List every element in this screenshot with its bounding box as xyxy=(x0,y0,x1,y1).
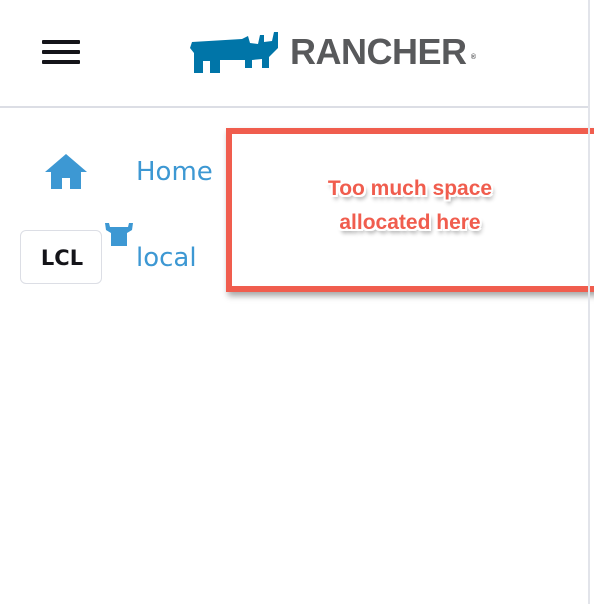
sidebar-item-home[interactable]: Home xyxy=(0,142,220,202)
cluster-abbreviation: LCL xyxy=(40,246,84,270)
right-edge-divider xyxy=(588,0,590,604)
sidebar-item-label-local: local xyxy=(136,243,197,273)
rancher-side-menu-page: RANCHER ® Home LCL local Too much space a… xyxy=(0,0,594,604)
rancher-brand-text: RANCHER ® xyxy=(290,30,476,74)
sidebar-item-local-cluster[interactable]: LCL local xyxy=(0,223,220,288)
registered-mark: ® xyxy=(470,54,476,61)
rancher-bull-logo-icon xyxy=(190,32,278,73)
brand-name: RANCHER xyxy=(290,31,467,72)
rancher-cow-icon xyxy=(105,223,133,246)
hamburger-bar-middle xyxy=(42,50,80,54)
cluster-badge: LCL xyxy=(20,223,133,284)
home-icon xyxy=(45,154,87,189)
sidebar-item-label-home: Home xyxy=(136,157,213,187)
side-menu-header: RANCHER ® xyxy=(0,0,588,108)
hamburger-menu-icon[interactable] xyxy=(42,38,82,66)
annotation-callout-text: Too much space allocated here xyxy=(290,172,530,240)
rancher-logo[interactable]: RANCHER ® xyxy=(190,30,476,74)
annotation-line-1: Too much space xyxy=(327,177,493,200)
hamburger-bar-bottom xyxy=(42,60,80,64)
annotation-line-2: allocated here xyxy=(339,211,481,234)
hamburger-bar-top xyxy=(42,40,80,44)
